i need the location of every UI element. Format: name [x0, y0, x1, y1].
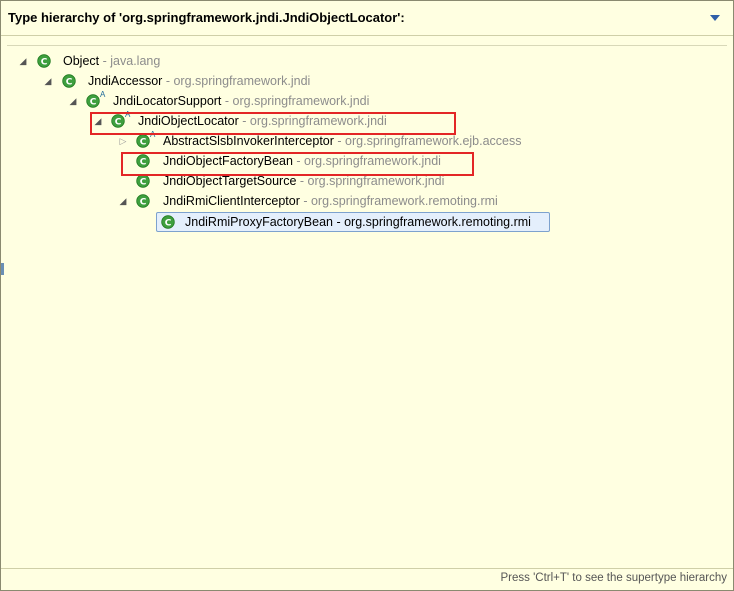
type-name: JndiObjectTargetSource [163, 174, 297, 188]
svg-text:C: C [115, 117, 122, 127]
abstract-class-icon: C [136, 134, 150, 148]
package-name: - org.springframework.jndi [165, 74, 311, 88]
popup-title: Type hierarchy of 'org.springframework.j… [8, 10, 405, 25]
expanded-arrow-icon[interactable]: ◢ [92, 111, 104, 131]
package-name: - org.springframework.remoting.rmi [336, 215, 531, 229]
expanded-arrow-icon[interactable]: ◢ [42, 71, 54, 91]
abstract-class-icon: C [111, 114, 125, 128]
status-hint: Press 'Ctrl+T' to see the supertype hier… [500, 572, 727, 584]
popup-header: Type hierarchy of 'org.springframework.j… [1, 1, 733, 36]
class-icon: C [136, 174, 150, 188]
collapsed-arrow-icon[interactable]: ▷ [117, 131, 129, 151]
svg-text:C: C [165, 218, 172, 228]
abstract-marker: A [100, 90, 106, 99]
class-icon: C [136, 194, 150, 208]
type-name: JndiObjectFactoryBean [163, 154, 293, 168]
abstract-class-icon: C [86, 94, 100, 108]
svg-text:C: C [41, 57, 48, 67]
type-name: JndiRmiProxyFactoryBean [185, 215, 333, 229]
package-name: - org.springframework.remoting.rmi [303, 194, 498, 208]
chevron-down-icon [710, 15, 720, 21]
package-name: - org.springframework.jndi [224, 94, 370, 108]
status-bar: Press 'Ctrl+T' to see the supertype hier… [1, 568, 733, 591]
header-separator [7, 45, 727, 46]
expanded-arrow-icon[interactable]: ◢ [67, 91, 79, 111]
svg-text:C: C [140, 137, 147, 147]
class-icon: C [37, 54, 51, 68]
package-name: - org.springframework.jndi [242, 114, 387, 128]
type-name: JndiRmiClientInterceptor [163, 194, 300, 208]
abstract-marker: A [125, 110, 131, 119]
package-name: - org.springframework.jndi [299, 174, 445, 188]
package-name: - java.lang [102, 54, 161, 68]
package-name: - org.springframework.ejb.access [337, 134, 522, 148]
expanded-arrow-icon[interactable]: ◢ [17, 51, 29, 71]
svg-text:C: C [66, 77, 73, 87]
svg-text:C: C [140, 197, 147, 207]
type-hierarchy-tree[interactable]: ◢ C Object - java.lang ◢ C JndiAccessor … [1, 51, 733, 521]
expanded-arrow-icon[interactable]: ◢ [117, 191, 129, 211]
view-menu-button[interactable] [707, 11, 723, 25]
selected-row-highlight: C JndiRmiProxyFactoryBean - org.springfr… [156, 212, 550, 232]
type-name: AbstractSlsbInvokerInterceptor [163, 134, 334, 148]
package-name: - org.springframework.jndi [296, 154, 441, 168]
class-icon: C [62, 74, 76, 88]
class-icon: C [161, 215, 175, 229]
sash-marker [1, 263, 4, 275]
svg-text:C: C [90, 97, 97, 107]
abstract-marker: A [150, 130, 156, 139]
type-hierarchy-popup: Type hierarchy of 'org.springframework.j… [0, 0, 734, 591]
class-icon: C [136, 154, 150, 168]
type-name: Object [63, 54, 100, 68]
svg-text:C: C [140, 157, 147, 167]
svg-text:C: C [140, 177, 147, 187]
